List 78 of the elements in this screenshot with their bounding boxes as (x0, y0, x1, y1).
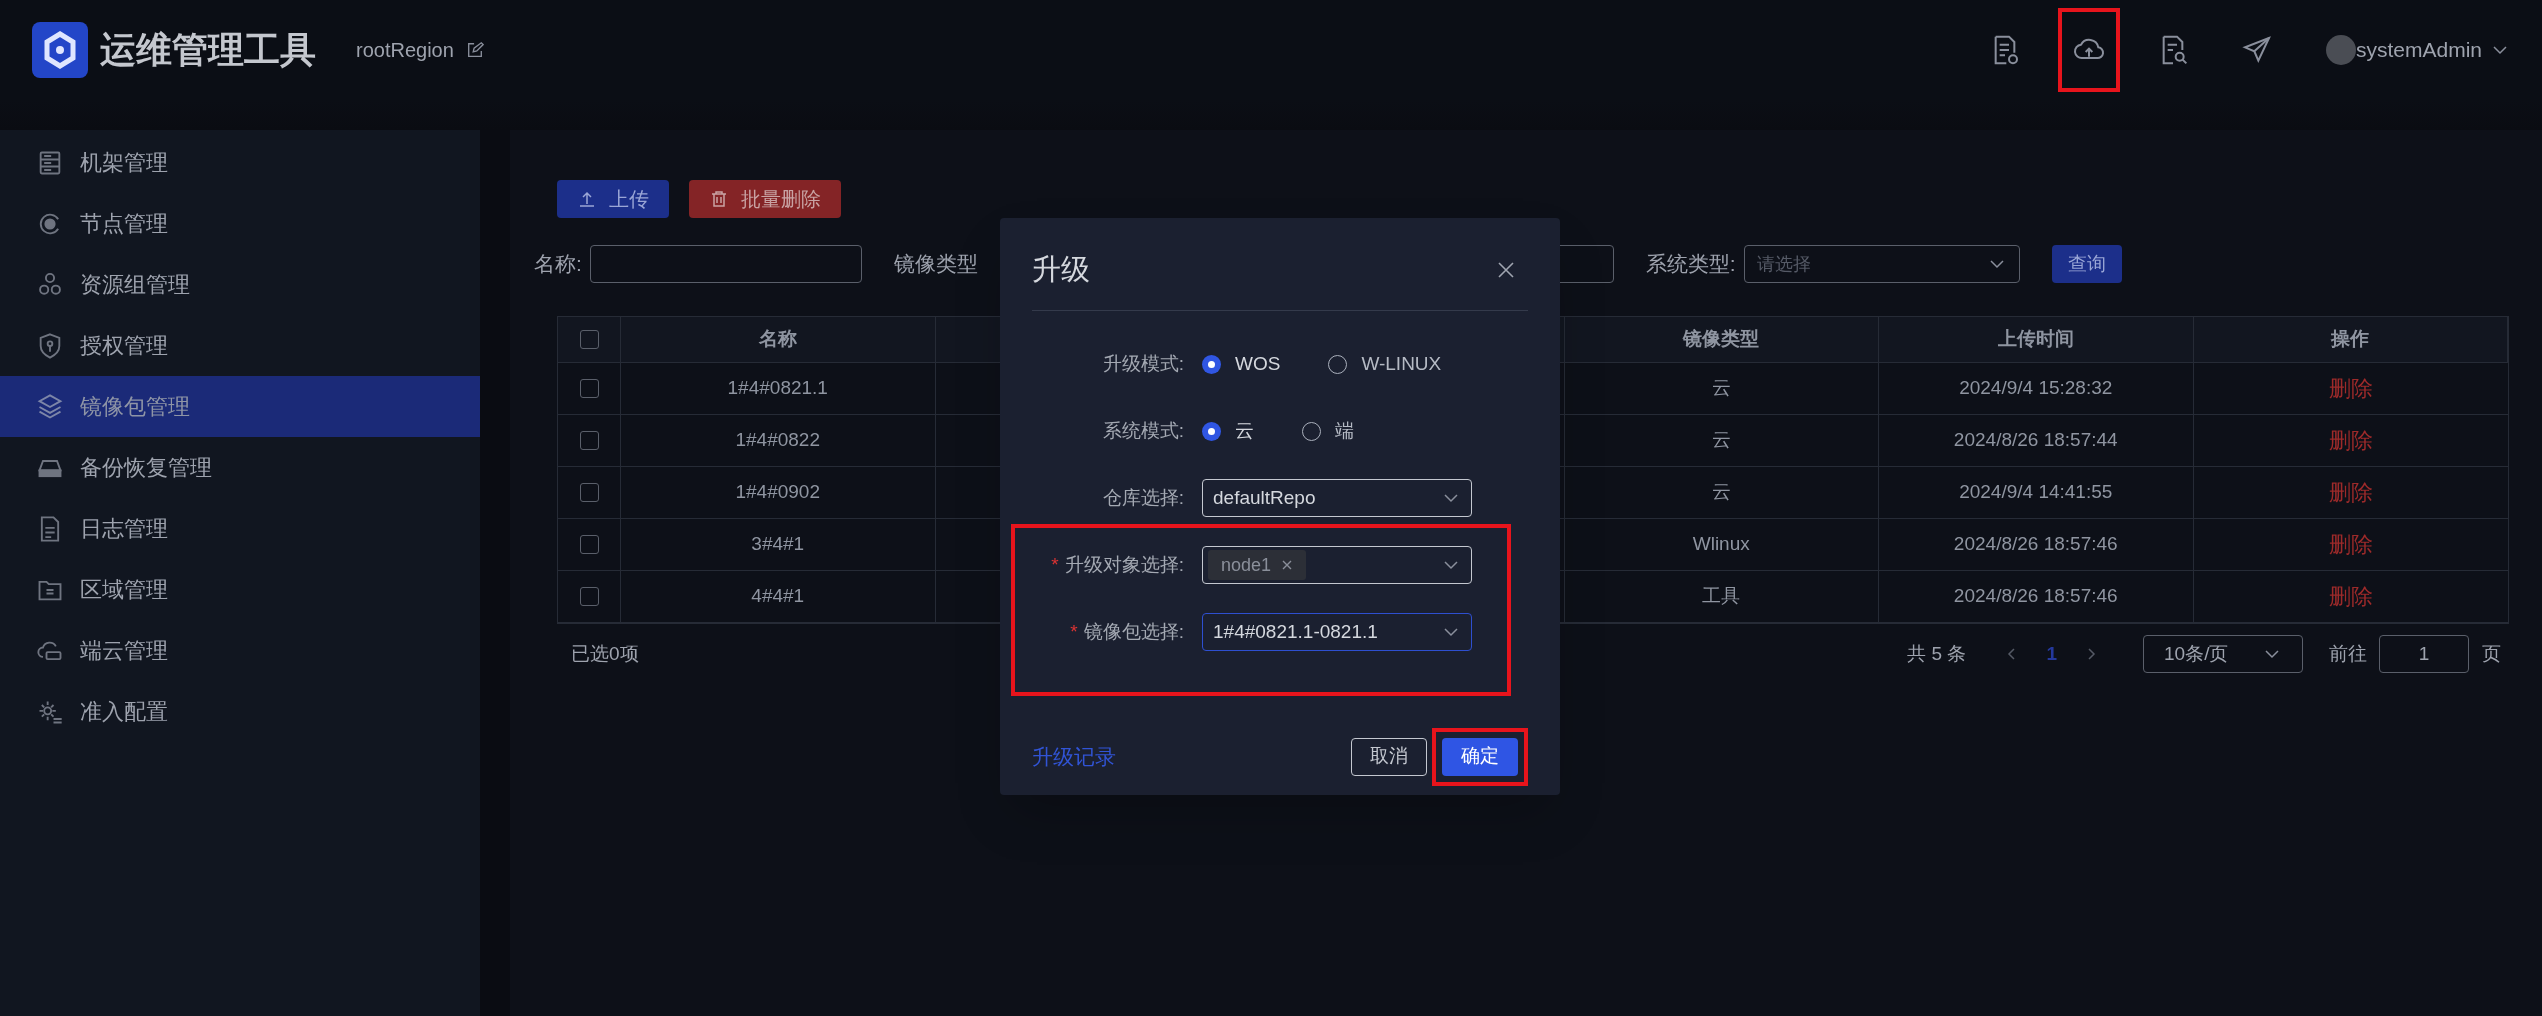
table-cell: 3#4#1 (621, 519, 936, 570)
region-label: rootRegion (356, 38, 454, 63)
filter-label: 系统类型: (1645, 251, 1736, 278)
select-field[interactable]: 1#4#0821.1-0821.1 (1202, 613, 1472, 651)
select-field[interactable]: defaultRepo (1202, 479, 1472, 517)
required-mark: * (1051, 552, 1059, 577)
layers-icon (36, 392, 64, 421)
column-header: 镜像类型 (1564, 317, 1879, 362)
radio-option[interactable]: WOS (1202, 349, 1281, 379)
table-cell: Wlinux (1564, 519, 1879, 570)
filter-label: 镜像类型 (893, 251, 978, 278)
selected-count: 已选0项 (571, 641, 639, 666)
trash-icon (709, 189, 729, 209)
checkbox[interactable] (579, 587, 599, 606)
sidebar-item[interactable]: 节点管理 (0, 193, 480, 254)
page-size-select[interactable]: 10条/页 (2143, 635, 2303, 673)
field-label: 升级模式: (1102, 351, 1184, 376)
sidebar-item[interactable]: 资源组管理 (0, 254, 480, 315)
table-cell: 云 (1564, 363, 1879, 414)
logo-icon (32, 22, 88, 78)
required-mark: * (1070, 619, 1078, 644)
upload-icon (577, 189, 597, 209)
query-button[interactable]: 查询 (2051, 245, 2122, 283)
sidebar-item[interactable]: 备份恢复管理 (0, 437, 480, 498)
column-header: 操作 (2193, 317, 2508, 362)
table-cell: 1#4#0822 (621, 415, 936, 466)
table-cell: 2024/8/26 18:57:46 (1879, 519, 2194, 570)
sidebar-item[interactable]: 端云管理 (0, 620, 480, 681)
upload-button[interactable]: 上传 (557, 180, 669, 218)
table-cell: 1#4#0821.1 (621, 363, 936, 414)
radio-option[interactable]: 云 (1202, 416, 1254, 446)
radio-option[interactable]: 端 (1302, 416, 1354, 446)
table-cell: 2024/8/26 18:57:46 (1879, 571, 2194, 622)
multi-select-field[interactable]: node1 (1202, 546, 1472, 584)
user-name[interactable]: systemAdmin (2355, 34, 2482, 66)
field-label: 升级对象选择: (1064, 552, 1184, 577)
table-cell: 工具 (1564, 571, 1879, 622)
sidebar-item[interactable]: 授权管理 (0, 315, 480, 376)
checkbox[interactable] (579, 535, 599, 554)
tag: node1 (1208, 550, 1307, 580)
radio-option[interactable]: W-LINUX (1328, 349, 1442, 379)
table-cell: 1#4#0902 (621, 467, 936, 518)
column-header: 上传时间 (1879, 317, 2194, 362)
batch-delete-button[interactable]: 批量删除 (689, 180, 841, 218)
table-cell: 2024/9/4 15:28:32 (1879, 363, 2194, 414)
checkbox[interactable] (579, 330, 599, 349)
sidebar-item[interactable]: 日志管理 (0, 498, 480, 559)
confirm-button[interactable]: 确定 (1442, 737, 1518, 776)
table-cell: 云 (1564, 467, 1879, 518)
filter-label: 名称: (534, 251, 582, 278)
column-header: 名称 (621, 317, 936, 362)
avatar (2325, 35, 2356, 65)
table-cell: 云 (1564, 415, 1879, 466)
field-label: 系统模式: (1102, 418, 1184, 443)
checkbox[interactable] (579, 431, 599, 450)
sidebar-item[interactable]: 镜像包管理 (0, 376, 480, 437)
page-label: 页 (2482, 641, 2501, 666)
name-field[interactable] (589, 245, 862, 283)
sidebar-item[interactable]: 区域管理 (0, 559, 480, 620)
goto-label: 前往 (2329, 641, 2367, 666)
checkbox[interactable] (579, 483, 599, 502)
dialog-title: 升级 (1032, 252, 1090, 287)
total-count: 共 5 条 (1907, 641, 1967, 666)
sidebar-item[interactable]: 机架管理 (0, 132, 480, 193)
edit-icon[interactable] (465, 41, 484, 59)
field-label: 仓库选择: (1102, 485, 1184, 510)
field-label: 镜像包选择: (1083, 619, 1184, 644)
table-cell: 2024/8/26 18:57:44 (1879, 415, 2194, 466)
checkbox[interactable] (579, 379, 599, 398)
remove-icon[interactable] (1281, 559, 1294, 571)
goto-field[interactable]: 1 (2379, 635, 2469, 673)
cloud-upload-icon[interactable] (2057, 8, 2120, 92)
cancel-button[interactable]: 取消 (1351, 737, 1427, 776)
table-cell: 4#4#1 (621, 571, 936, 622)
sidebar-item[interactable]: 准入配置 (0, 681, 480, 742)
close-icon[interactable] (1496, 259, 1516, 280)
table-cell: 2024/9/4 14:41:55 (1879, 467, 2194, 518)
app-title: 运维管理工具 (100, 28, 316, 72)
